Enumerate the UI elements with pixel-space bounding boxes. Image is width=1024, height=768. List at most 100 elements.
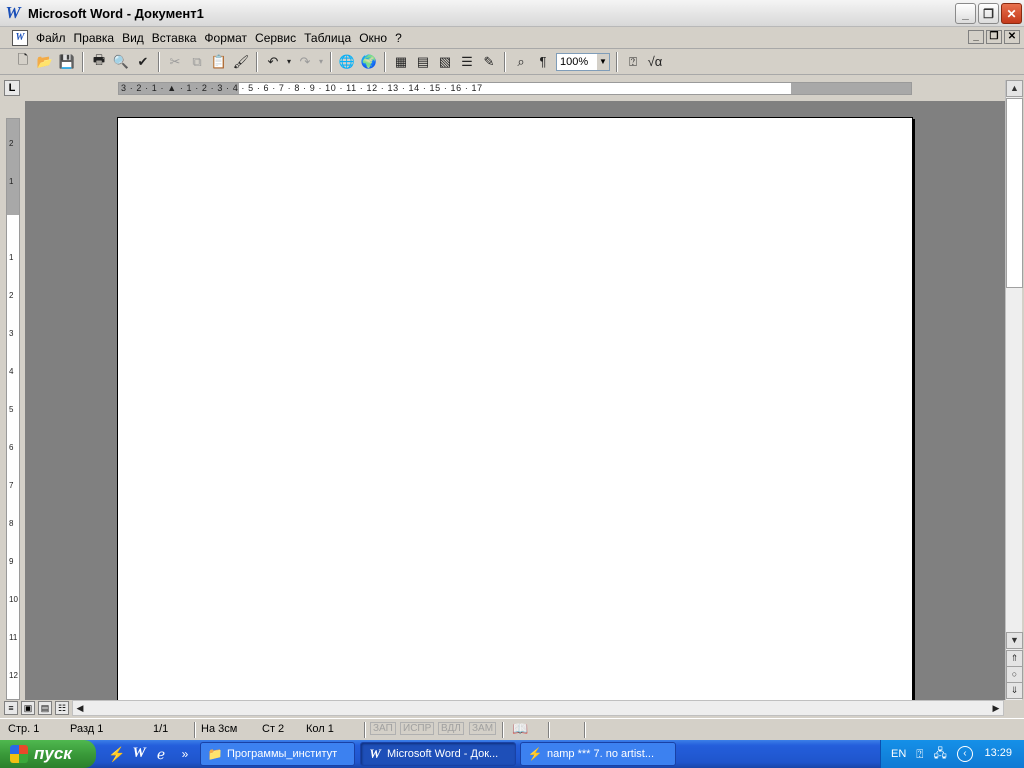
scroll-thumb[interactable] <box>1006 98 1023 288</box>
doc-minimize-button[interactable]: _ <box>968 30 984 44</box>
quicklaunch-winamp-icon[interactable]: ⚡ <box>108 745 126 763</box>
tables-borders-icon[interactable]: ▦ <box>390 51 412 73</box>
vruler-number: 7 <box>9 481 14 490</box>
vruler-number: 1 <box>9 253 14 262</box>
document-icon[interactable]: W <box>12 29 28 46</box>
print-layout-button[interactable]: ▤ <box>38 701 52 715</box>
status-column: Кол 1 <box>306 723 334 735</box>
spelling-status-icon[interactable]: 📖 <box>512 721 528 737</box>
new-document-icon[interactable]: 🗋 <box>12 51 34 73</box>
toolbar-separator <box>158 51 160 72</box>
word-app-icon[interactable]: W <box>4 4 22 22</box>
web-view-button[interactable]: ▣ <box>21 701 35 715</box>
status-track-changes[interactable]: ИСПР <box>400 722 435 735</box>
select-browse-object-button[interactable]: ○ <box>1006 666 1023 683</box>
vertical-scrollbar[interactable]: ▲ ▼ ⇑ ○ ⇓ <box>1005 80 1023 700</box>
tab-selector-button[interactable]: L <box>4 80 20 96</box>
menu-table[interactable]: Таблица <box>300 29 355 47</box>
vertical-ruler[interactable]: 2 1 1 2 3 4 5 6 7 8 9 10 11 12 <box>6 118 20 700</box>
menu-file[interactable]: Файл <box>32 29 70 47</box>
toolbar-separator <box>504 51 506 72</box>
undo-icon[interactable]: ↶ <box>262 51 284 73</box>
title-bar[interactable]: W Microsoft Word - Документ1 _ ❐ ✕ <box>0 0 1024 27</box>
task-programs-folder[interactable]: 📁 Программы_институт <box>200 742 355 766</box>
menu-format[interactable]: Формат <box>200 29 251 47</box>
scroll-up-button[interactable]: ▲ <box>1006 80 1023 97</box>
status-separator <box>548 722 550 738</box>
status-separator <box>364 722 366 738</box>
menu-help[interactable]: ? <box>391 29 406 47</box>
status-extend[interactable]: ВДЛ <box>438 722 464 735</box>
quicklaunch-ie-icon[interactable]: ℯ <box>152 745 170 763</box>
format-painter-icon[interactable]: 🖌 <box>230 51 252 73</box>
copy-icon[interactable]: ⧉ <box>186 51 208 73</box>
quicklaunch-more-icon[interactable]: » <box>176 745 194 763</box>
insert-table-icon[interactable]: ▤ <box>412 51 434 73</box>
status-separator <box>584 722 586 738</box>
next-page-button[interactable]: ⇓ <box>1006 682 1023 699</box>
print-preview-icon[interactable]: 🔍 <box>110 51 132 73</box>
redo-icon[interactable]: ↷ <box>294 51 316 73</box>
save-icon[interactable]: 💾 <box>56 51 78 73</box>
vruler-number: 1 <box>9 177 14 186</box>
status-overtype[interactable]: ЗАМ <box>469 722 497 735</box>
paste-icon[interactable]: 📋 <box>208 51 230 73</box>
show-formatting-icon[interactable]: ¶ <box>532 51 554 73</box>
outline-view-button[interactable]: ☷ <box>55 701 69 715</box>
open-folder-icon[interactable]: 📂 <box>34 51 56 73</box>
zoom-select[interactable]: 100% ▼ <box>556 52 610 71</box>
start-button[interactable]: пуск <box>0 740 96 768</box>
expand-tray-icon[interactable]: ‹ <box>956 746 973 762</box>
restore-button[interactable]: ❐ <box>978 3 999 24</box>
task-label: Microsoft Word - Док... <box>387 748 499 760</box>
redo-dropdown-icon[interactable]: ▾ <box>316 51 326 73</box>
previous-page-button[interactable]: ⇑ <box>1006 650 1023 667</box>
normal-view-button[interactable]: ≡ <box>4 701 18 715</box>
drawing-icon[interactable]: ✎ <box>478 51 500 73</box>
document-map-icon[interactable]: ⌕ <box>510 51 532 73</box>
web-toolbar-icon[interactable]: 🌍 <box>358 51 380 73</box>
menu-insert[interactable]: Вставка <box>148 29 201 47</box>
task-word-document[interactable]: W Microsoft Word - Док... <box>360 742 516 766</box>
status-position: На 3см <box>201 723 238 735</box>
print-icon[interactable]: 🖶 <box>88 51 110 73</box>
help-tray-icon[interactable]: ⍰ <box>916 747 923 762</box>
zoom-value: 100% <box>560 55 589 68</box>
vruler-number: 11 <box>9 633 18 642</box>
quicklaunch-word-icon[interactable]: W <box>130 745 148 763</box>
horizontal-ruler[interactable]: 3 · 2 · 1 · ▲ · 1 · 2 · 3 · 4 · 5 · 6 · … <box>118 82 912 95</box>
task-label: Программы_институт <box>227 748 338 760</box>
status-separator <box>194 722 196 738</box>
document-page[interactable] <box>117 117 913 700</box>
minimize-button[interactable]: _ <box>955 3 976 24</box>
help-icon[interactable]: ⍰ <box>622 51 644 73</box>
chevron-down-icon[interactable]: ▼ <box>597 53 609 70</box>
scroll-left-button[interactable]: ◀ <box>73 701 87 715</box>
scroll-down-button[interactable]: ▼ <box>1006 632 1023 649</box>
hyperlink-icon[interactable]: 🌐 <box>336 51 358 73</box>
spelling-icon[interactable]: ✔ <box>132 51 154 73</box>
status-line: Ст 2 <box>262 723 285 735</box>
status-record-macro[interactable]: ЗАП <box>370 722 396 735</box>
undo-dropdown-icon[interactable]: ▾ <box>284 51 294 73</box>
scroll-right-button[interactable]: ▶ <box>989 701 1003 715</box>
window-controls: _ ❐ ✕ <box>955 3 1022 24</box>
network-tray-icon[interactable]: 🖧 <box>933 744 946 765</box>
close-button[interactable]: ✕ <box>1001 3 1022 24</box>
menu-view[interactable]: Вид <box>118 29 148 47</box>
cut-icon[interactable]: ✂ <box>164 51 186 73</box>
status-page: Стр. 1 <box>8 723 40 735</box>
columns-icon[interactable]: ☰ <box>456 51 478 73</box>
word-icon: W <box>369 746 381 761</box>
horizontal-scrollbar[interactable]: ◀ ▶ <box>72 700 1004 716</box>
menu-edit[interactable]: Правка <box>70 29 119 47</box>
equation-icon[interactable]: √α <box>644 51 666 73</box>
insert-excel-icon[interactable]: ▧ <box>434 51 456 73</box>
menu-tools[interactable]: Сервис <box>251 29 300 47</box>
task-winamp[interactable]: ⚡ namp *** 7. no artist... <box>520 742 676 766</box>
menu-window[interactable]: Окно <box>355 29 391 47</box>
language-indicator[interactable]: EN <box>891 748 906 760</box>
ruler-row: L 3 · 2 · 1 · ▲ · 1 · 2 · 3 · 4 · 5 · 6 … <box>0 76 1024 100</box>
doc-restore-button[interactable]: ❐ <box>986 30 1002 44</box>
doc-close-button[interactable]: ✕ <box>1004 30 1020 44</box>
